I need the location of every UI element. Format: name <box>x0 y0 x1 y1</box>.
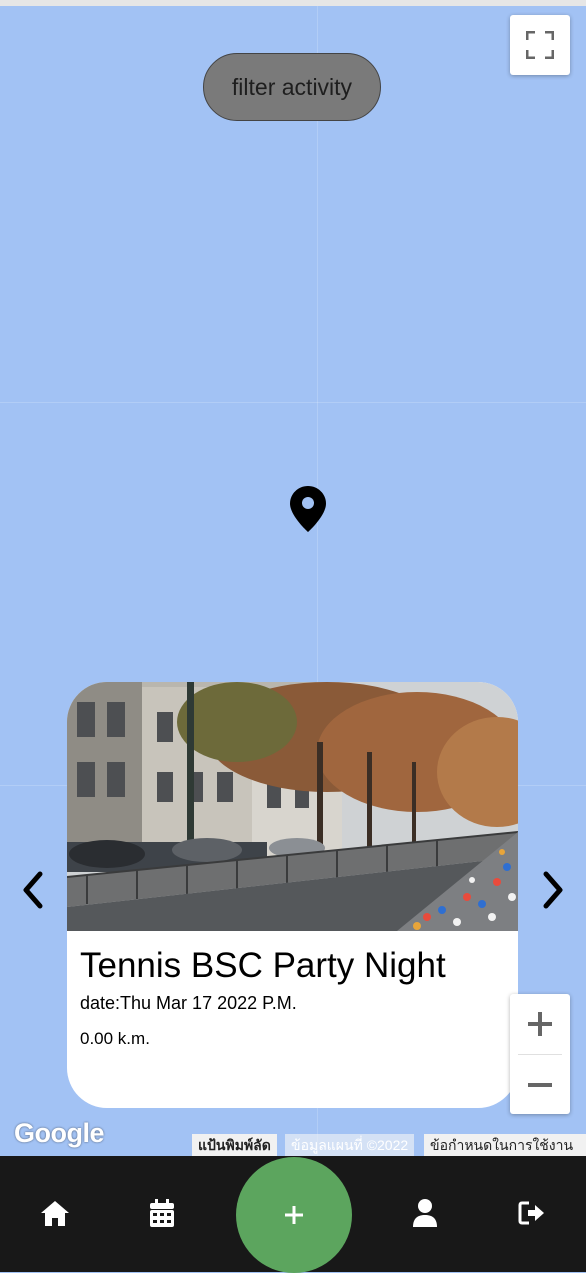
user-icon <box>413 1199 437 1227</box>
nav-calendar-button[interactable] <box>147 1198 177 1228</box>
activity-card[interactable]: Tennis BSC Party Night date:Thu Mar 17 2… <box>67 682 518 1108</box>
keyboard-shortcuts-link[interactable]: แป้นพิมพ์ลัด <box>192 1134 277 1156</box>
map-tile-line <box>0 402 586 403</box>
google-logo: Google <box>14 1118 105 1148</box>
plus-icon <box>528 1012 552 1036</box>
fullscreen-icon <box>526 31 554 59</box>
nav-home-button[interactable] <box>40 1198 70 1228</box>
plus-icon <box>285 1206 303 1224</box>
home-icon <box>41 1201 69 1226</box>
zoom-in-button[interactable] <box>510 994 570 1054</box>
add-activity-button[interactable] <box>236 1157 352 1273</box>
nav-logout-button[interactable] <box>517 1198 547 1228</box>
activity-title: Tennis BSC Party Night <box>80 946 446 985</box>
logout-icon <box>518 1201 544 1225</box>
filter-activity-button[interactable]: filter activity <box>203 53 381 121</box>
map-pin-icon[interactable] <box>290 486 326 532</box>
nav-profile-button[interactable] <box>410 1198 440 1228</box>
activity-image <box>67 682 518 931</box>
activity-date: date:Thu Mar 17 2022 P.M. <box>80 993 297 1013</box>
calendar-icon <box>150 1199 174 1227</box>
minus-icon <box>528 1083 552 1087</box>
zoom-out-button[interactable] <box>510 1055 570 1115</box>
terms-link[interactable]: ข้อกำหนดในการใช้งาน <box>424 1134 586 1156</box>
activity-distance: 0.00 k.m. <box>80 1029 150 1048</box>
fullscreen-button[interactable] <box>510 15 570 75</box>
zoom-control <box>510 994 570 1114</box>
map-data-attribution: ข้อมูลแผนที่ ©2022 <box>285 1134 415 1156</box>
chevron-left-icon[interactable] <box>18 870 48 910</box>
chevron-right-icon[interactable] <box>538 870 568 910</box>
